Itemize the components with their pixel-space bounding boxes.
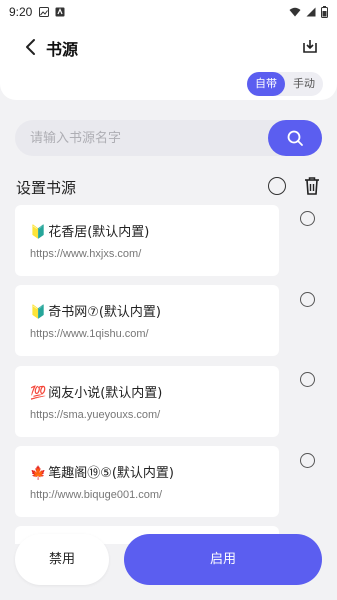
back-arrow-icon[interactable]: [20, 36, 42, 58]
source-url: https://sma.yueyouxs.com/: [30, 409, 161, 421]
source-select-radio[interactable]: [300, 292, 315, 307]
source-select-radio[interactable]: [300, 211, 315, 226]
source-name-text: 花香居(默认内置): [48, 225, 150, 240]
page-title: 书源: [46, 40, 79, 59]
source-name: 🔰 花香居(默认内置): [30, 221, 149, 240]
wifi-icon: [289, 7, 301, 17]
source-name-text: 奇书网⑦(默认内置): [48, 305, 161, 320]
source-name: 🔰 奇书网⑦(默认内置): [30, 301, 161, 320]
header: 书源 自带 手动: [0, 24, 337, 100]
app-icon: [55, 7, 65, 17]
download-icon[interactable]: [301, 38, 319, 56]
source-name: 💯 阅友小说(默认内置): [30, 382, 162, 401]
source-card[interactable]: 💯 阅友小说(默认内置) https://sma.yueyouxs.com/: [15, 366, 279, 437]
source-url: https://www.1qishu.com/: [30, 328, 149, 340]
status-bar: 9:20: [0, 0, 337, 24]
disable-button[interactable]: 禁用: [15, 534, 109, 585]
mode-manual-tab[interactable]: 手动: [285, 72, 323, 96]
source-list: 🔰 花香居(默认内置) https://www.hxjxs.com/ 🔰 奇书网⑦(…: [0, 204, 337, 544]
status-time: 9:20: [9, 5, 33, 19]
source-select-radio[interactable]: [300, 372, 315, 387]
enable-button[interactable]: 启用: [124, 534, 322, 585]
search-input[interactable]: [15, 120, 265, 156]
search-button[interactable]: [268, 120, 322, 156]
select-all-radio[interactable]: [268, 177, 286, 195]
battery-icon: [321, 6, 328, 18]
section-title: 设置书源: [16, 179, 77, 197]
source-url: https://www.hxjxs.com/: [30, 248, 142, 260]
search-bar: [15, 120, 322, 156]
source-card[interactable]: 🔰 奇书网⑦(默认内置) https://www.1qishu.com/: [15, 285, 279, 356]
source-name-text: 阅友小说(默认内置): [48, 386, 163, 401]
badge-icon: 🔰: [30, 305, 47, 320]
bottom-action-bar: 禁用 启用: [0, 534, 337, 600]
signal-icon: [306, 7, 316, 17]
badge-icon: 💯: [30, 386, 47, 401]
source-name-text: 笔趣阁⑲⑤(默认内置): [48, 466, 174, 481]
source-select-radio[interactable]: [300, 453, 315, 468]
mode-builtin-tab[interactable]: 自带: [247, 72, 285, 96]
badge-icon: 🍁: [30, 466, 47, 481]
source-card[interactable]: 🔰 花香居(默认内置) https://www.hxjxs.com/: [15, 205, 279, 276]
notification-icon: [39, 7, 50, 17]
mode-toggle: 自带 手动: [247, 72, 323, 96]
search-icon: [287, 130, 303, 146]
trash-icon[interactable]: [303, 176, 321, 196]
source-url: http://www.biquge001.com/: [30, 489, 163, 501]
badge-icon: 🔰: [30, 225, 47, 240]
source-name: 🍁 笔趣阁⑲⑤(默认内置): [30, 462, 174, 481]
source-card[interactable]: 🍁 笔趣阁⑲⑤(默认内置) http://www.biquge001.com/: [15, 446, 279, 517]
